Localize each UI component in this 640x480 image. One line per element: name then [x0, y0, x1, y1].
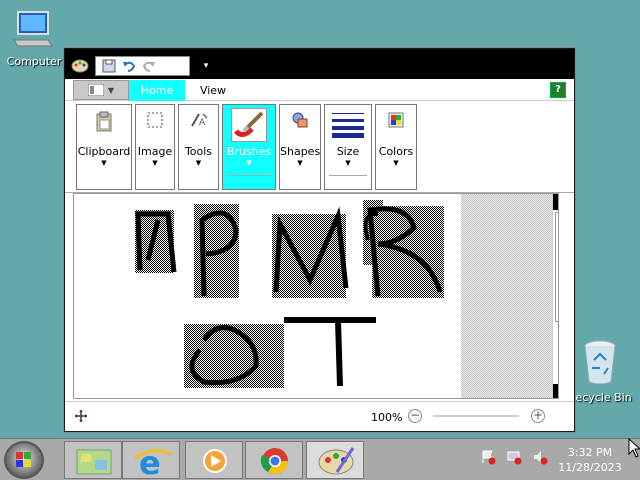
- status-bar: 100% − +: [65, 401, 574, 431]
- ribbon-group-image[interactable]: Image ▼: [135, 104, 175, 190]
- clock-time: 3:32 PM: [567, 446, 613, 459]
- scroll-up-button[interactable]: [553, 194, 558, 210]
- undo-icon[interactable]: [120, 58, 138, 74]
- chrome-icon: [260, 448, 289, 475]
- canvas-drawing: [135, 200, 444, 388]
- ribbon-group-brushes[interactable]: Brushes ▼: [222, 104, 276, 190]
- ribbon-group-size[interactable]: Size ▼: [324, 104, 372, 190]
- taskbar-app-media-player[interactable]: [185, 441, 243, 479]
- paint-icon: [76, 449, 112, 475]
- media-player-icon: [203, 449, 227, 473]
- file-menu-button[interactable]: ▼: [73, 80, 129, 100]
- ribbon-group-label: Brushes: [226, 145, 272, 158]
- title-bar[interactable]: ▾: [65, 49, 574, 79]
- system-clock[interactable]: 3:32 PM 11/28/2023: [558, 445, 622, 475]
- ribbon-group-label: Shapes: [280, 145, 321, 158]
- taskbar-app-paint-pinned[interactable]: [64, 441, 122, 479]
- group-separator: [227, 175, 271, 176]
- ribbon: Clipboard ▼ Image ▼ A Tools ▼ Brushes ▼ …: [65, 101, 574, 193]
- ribbon-group-label: Clipboard: [77, 145, 131, 158]
- redo-icon[interactable]: [140, 58, 158, 74]
- chevron-down-icon: ▼: [152, 159, 158, 167]
- scroll-down-button[interactable]: [553, 384, 558, 398]
- ribbon-group-label: Tools: [184, 145, 213, 158]
- chevron-down-icon: ▼: [297, 159, 303, 167]
- palette-icon: [388, 112, 404, 128]
- system-tray: [480, 449, 548, 465]
- zoom-level: 100%: [371, 411, 403, 424]
- tools-icon: A: [190, 113, 208, 128]
- paint-palette-icon: [318, 447, 355, 475]
- ribbon-group-label: Colors: [378, 145, 414, 158]
- file-menu-icon: [87, 84, 104, 96]
- clock-date: 11/28/2023: [558, 461, 622, 474]
- desktop-icon-label: Computer: [6, 55, 62, 68]
- paint-window: ▾ ▼ Home View ? Clipboard ▼ Image ▼ A To…: [64, 48, 575, 432]
- internet-explorer-icon: e: [134, 444, 172, 480]
- windows-logo-icon: [16, 452, 31, 467]
- tab-home[interactable]: Home: [129, 80, 185, 101]
- canvas-viewport[interactable]: [73, 193, 559, 399]
- select-icon: [147, 112, 163, 128]
- zoom-slider[interactable]: [433, 415, 519, 417]
- start-button[interactable]: [4, 441, 44, 479]
- taskbar-app-internet-explorer[interactable]: e: [122, 441, 180, 480]
- network-icon[interactable]: [506, 449, 522, 465]
- taskbar: e 3:32 PM 11/28/2023: [0, 438, 640, 480]
- group-separator: [329, 175, 367, 176]
- paint-app-icon[interactable]: [71, 57, 89, 73]
- svg-text:A: A: [199, 118, 206, 128]
- scroll-thumb[interactable]: [555, 212, 558, 322]
- chevron-down-icon: ▼: [195, 159, 202, 167]
- vertical-scrollbar[interactable]: [552, 194, 558, 398]
- save-icon[interactable]: [100, 58, 118, 74]
- chevron-down-icon: ▼: [393, 159, 399, 167]
- recycle-bin-icon: [584, 340, 616, 385]
- volume-muted-icon[interactable]: [532, 449, 548, 465]
- ribbon-group-label: Image: [137, 145, 173, 158]
- ribbon-group-colors[interactable]: Colors ▼: [375, 104, 417, 190]
- quick-access-toolbar: ▾: [95, 56, 212, 76]
- help-button[interactable]: ?: [550, 82, 566, 98]
- zoom-in-button[interactable]: +: [531, 409, 545, 423]
- chevron-down-icon: ▼: [345, 159, 351, 167]
- brush-icon: [234, 111, 264, 137]
- desktop-icon-computer[interactable]: Computer: [0, 10, 74, 68]
- taskbar-app-paint[interactable]: [306, 441, 364, 479]
- ribbon-group-clipboard[interactable]: Clipboard ▼: [76, 104, 132, 190]
- drawing-canvas[interactable]: [78, 200, 461, 398]
- ribbon-tab-bar: ▼ Home View ?: [65, 79, 574, 101]
- tab-view[interactable]: View: [189, 80, 237, 101]
- chevron-down-icon: ▼: [107, 85, 115, 95]
- ribbon-group-shapes[interactable]: Shapes ▼: [279, 104, 321, 190]
- move-cursor-icon: [75, 410, 87, 422]
- chevron-down-icon: ▼: [101, 159, 107, 167]
- size-icon: [332, 113, 364, 138]
- workspace-background: [461, 194, 558, 398]
- computer-icon: [13, 11, 53, 47]
- ribbon-group-tools[interactable]: A Tools ▼: [178, 104, 219, 190]
- taskbar-app-chrome[interactable]: [245, 441, 303, 479]
- zoom-out-button[interactable]: −: [408, 409, 422, 423]
- action-center-flag-icon[interactable]: [480, 449, 496, 465]
- chevron-down-icon: ▼: [246, 159, 252, 167]
- brush-icon-frame: [231, 108, 267, 142]
- qat-customize-button[interactable]: ▾: [200, 57, 212, 75]
- ribbon-group-label: Size: [336, 145, 360, 158]
- clipboard-icon: [96, 111, 112, 132]
- shapes-icon: [292, 112, 308, 128]
- mouse-cursor-icon: [628, 438, 640, 458]
